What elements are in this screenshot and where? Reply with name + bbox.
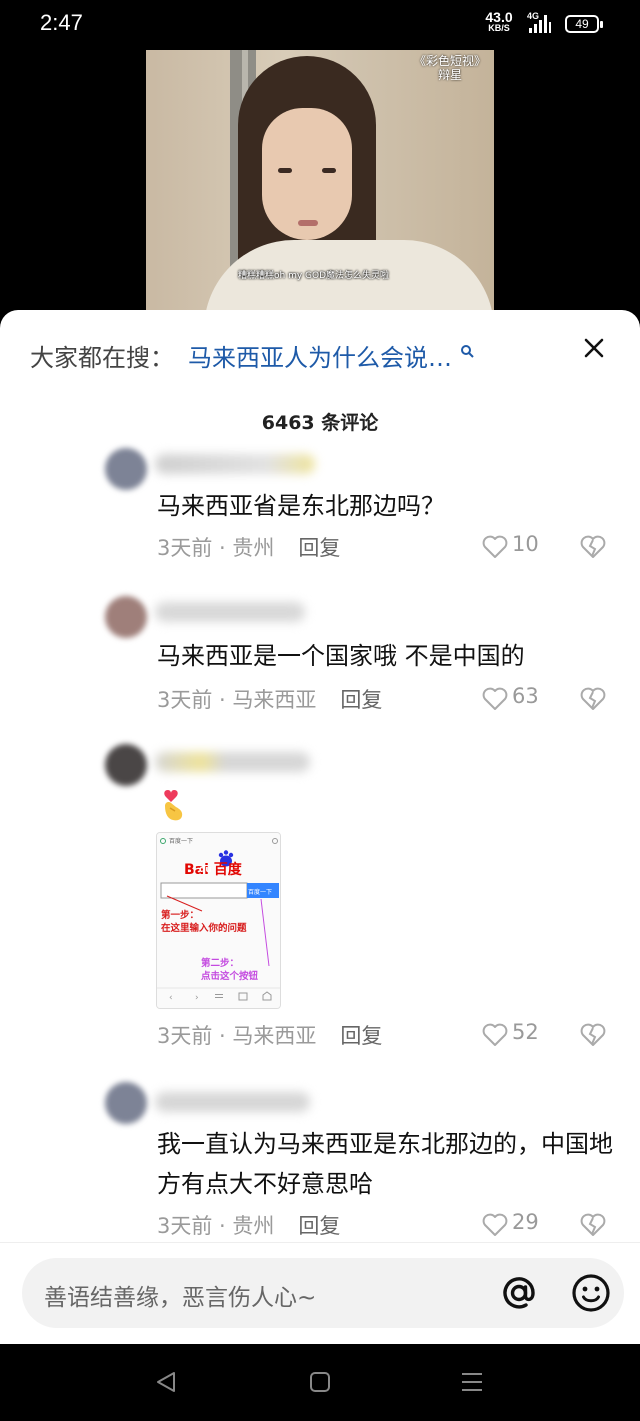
comment-item: ‹ › 百度一下 Baidu 百度 百度一下 第一步： 在这里输入你的问题 第二步… [0,740,640,1070]
comment-time: 3天前 [157,1024,213,1048]
network-speed-value: 43.0 [485,9,513,25]
like-button[interactable]: 63 [482,684,552,714]
comment-text: 马来西亚省是东北那边吗？ [157,492,445,520]
video-watermark: 《彩色短视》 辩星 [413,54,486,82]
like-count: 52 [512,1020,539,1044]
username-blurred[interactable] [155,752,310,772]
comments-sheet: 大家都在搜： 马来西亚人为什么会说… 6463 条评论 马来西亚省是东北那边吗？ … [0,310,640,1344]
comment-time: 3天前 [157,1214,213,1238]
dislike-icon[interactable] [580,534,606,560]
reply-button[interactable]: 回复 [340,688,382,712]
username-blurred[interactable] [155,602,305,622]
reply-button[interactable]: 回复 [340,1024,382,1048]
like-button[interactable]: 29 [482,1210,552,1240]
like-count: 63 [512,684,539,708]
like-count: 29 [512,1210,539,1234]
comment-item: 马来西亚是一个国家哦 不是中国的 3天前 · 马来西亚 回复 63 [0,592,640,742]
comment-text: 马来西亚是一个国家哦 不是中国的 [157,642,525,670]
heart-icon [482,687,508,710]
battery-icon: 49 [565,15,603,33]
search-icon[interactable] [460,344,474,358]
search-suggestion-prefix: 大家都在搜： [30,344,174,372]
dislike-icon[interactable] [580,1022,606,1048]
heart-icon [482,1213,508,1236]
network-speed: 43.0 KB/S [482,9,516,34]
svg-text:‹: ‹ [169,993,173,1003]
comment-text: 我一直认为马来西亚是东北那边的，中国地方有点大不好意思哈 [157,1130,613,1198]
comment-input[interactable]: 善语结善缘，恶言伤人心~ [22,1258,624,1328]
comment-count: 6463 条评论 [261,412,379,434]
back-icon[interactable] [154,1370,178,1394]
avatar[interactable] [105,744,147,786]
heart-icon [482,535,508,558]
emoji-icon[interactable] [570,1272,612,1314]
home-icon[interactable] [308,1370,332,1394]
screenshot-step2: 第二步： 点击这个按钮 [201,958,259,982]
video-subtitle: 糟糕糟糕oh my GOD魔法怎么失灵啦 [238,271,390,281]
comment-time: 3天前 [157,688,213,712]
comment-item: 我一直认为马来西亚是东北那边的，中国地方有点大不好意思哈 3天前 · 贵州 回复 … [0,1078,640,1248]
avatar[interactable] [105,596,147,638]
screenshot-top-label: 百度一下 [169,838,194,845]
search-suggestion-query[interactable]: 马来西亚人为什么会说… [188,344,452,372]
comment-time: 3天前 [157,536,213,560]
like-button[interactable]: 10 [482,532,552,562]
dislike-icon[interactable] [580,1212,606,1238]
search-suggestion[interactable]: 大家都在搜： 马来西亚人为什么会说… [30,338,474,374]
like-count: 10 [512,532,539,556]
comment-location: 贵州 [232,536,275,560]
comment-image[interactable]: ‹ › 百度一下 Baidu 百度 百度一下 第一步： 在这里输入你的问题 第二步… [156,832,281,1009]
system-nav-bar [0,1344,640,1421]
comment-meta: 3天前 · 贵州 回复 [157,1214,341,1238]
comment-input-placeholder: 善语结善缘，恶言伤人心~ [44,1285,317,1311]
comment-input-bar: 善语结善缘，恶言伤人心~ [0,1242,640,1344]
username-blurred[interactable] [155,1092,310,1112]
status-bar: 2:47 43.0 KB/S 4G 49 [0,0,640,50]
dislike-icon[interactable] [580,686,606,712]
comment-location: 贵州 [232,1214,275,1238]
heart-icon [482,1023,508,1046]
comment-location: 马来西亚 [232,1024,317,1048]
status-time: 2:47 [40,10,83,35]
signal-icon [529,15,551,33]
screenshot-search-button: 百度一下 [248,889,273,896]
at-mention-icon[interactable] [498,1272,540,1314]
close-icon[interactable] [580,334,608,362]
reply-button[interactable]: 回复 [298,536,340,560]
baidu-logo: Baidu 百度 [184,862,242,878]
comment-item: 马来西亚省是东北那边吗？ 3天前 · 贵州 回复 10 [0,440,640,590]
comment-meta: 3天前 · 贵州 回复 [157,536,341,560]
video-player[interactable]: 《彩色短视》 辩星 糟糕糟糕oh my GOD魔法怎么失灵啦 [0,50,640,330]
video-frame[interactable]: 《彩色短视》 辩星 糟糕糟糕oh my GOD魔法怎么失灵啦 [146,50,494,330]
comment-location: 马来西亚 [232,688,317,712]
username-blurred[interactable] [155,454,315,474]
avatar[interactable] [105,1082,147,1124]
finger-heart-emoji [164,790,183,821]
like-button[interactable]: 52 [482,1020,552,1050]
screenshot-step1: 第一步： 在这里输入你的问题 [161,910,247,934]
reply-button[interactable]: 回复 [298,1214,340,1238]
menu-icon[interactable] [460,1370,484,1394]
comment-meta: 3天前 · 马来西亚 回复 [157,688,383,712]
comment-meta: 3天前 · 马来西亚 回复 [157,1024,383,1048]
svg-text:›: › [195,993,199,1003]
avatar[interactable] [105,448,147,490]
